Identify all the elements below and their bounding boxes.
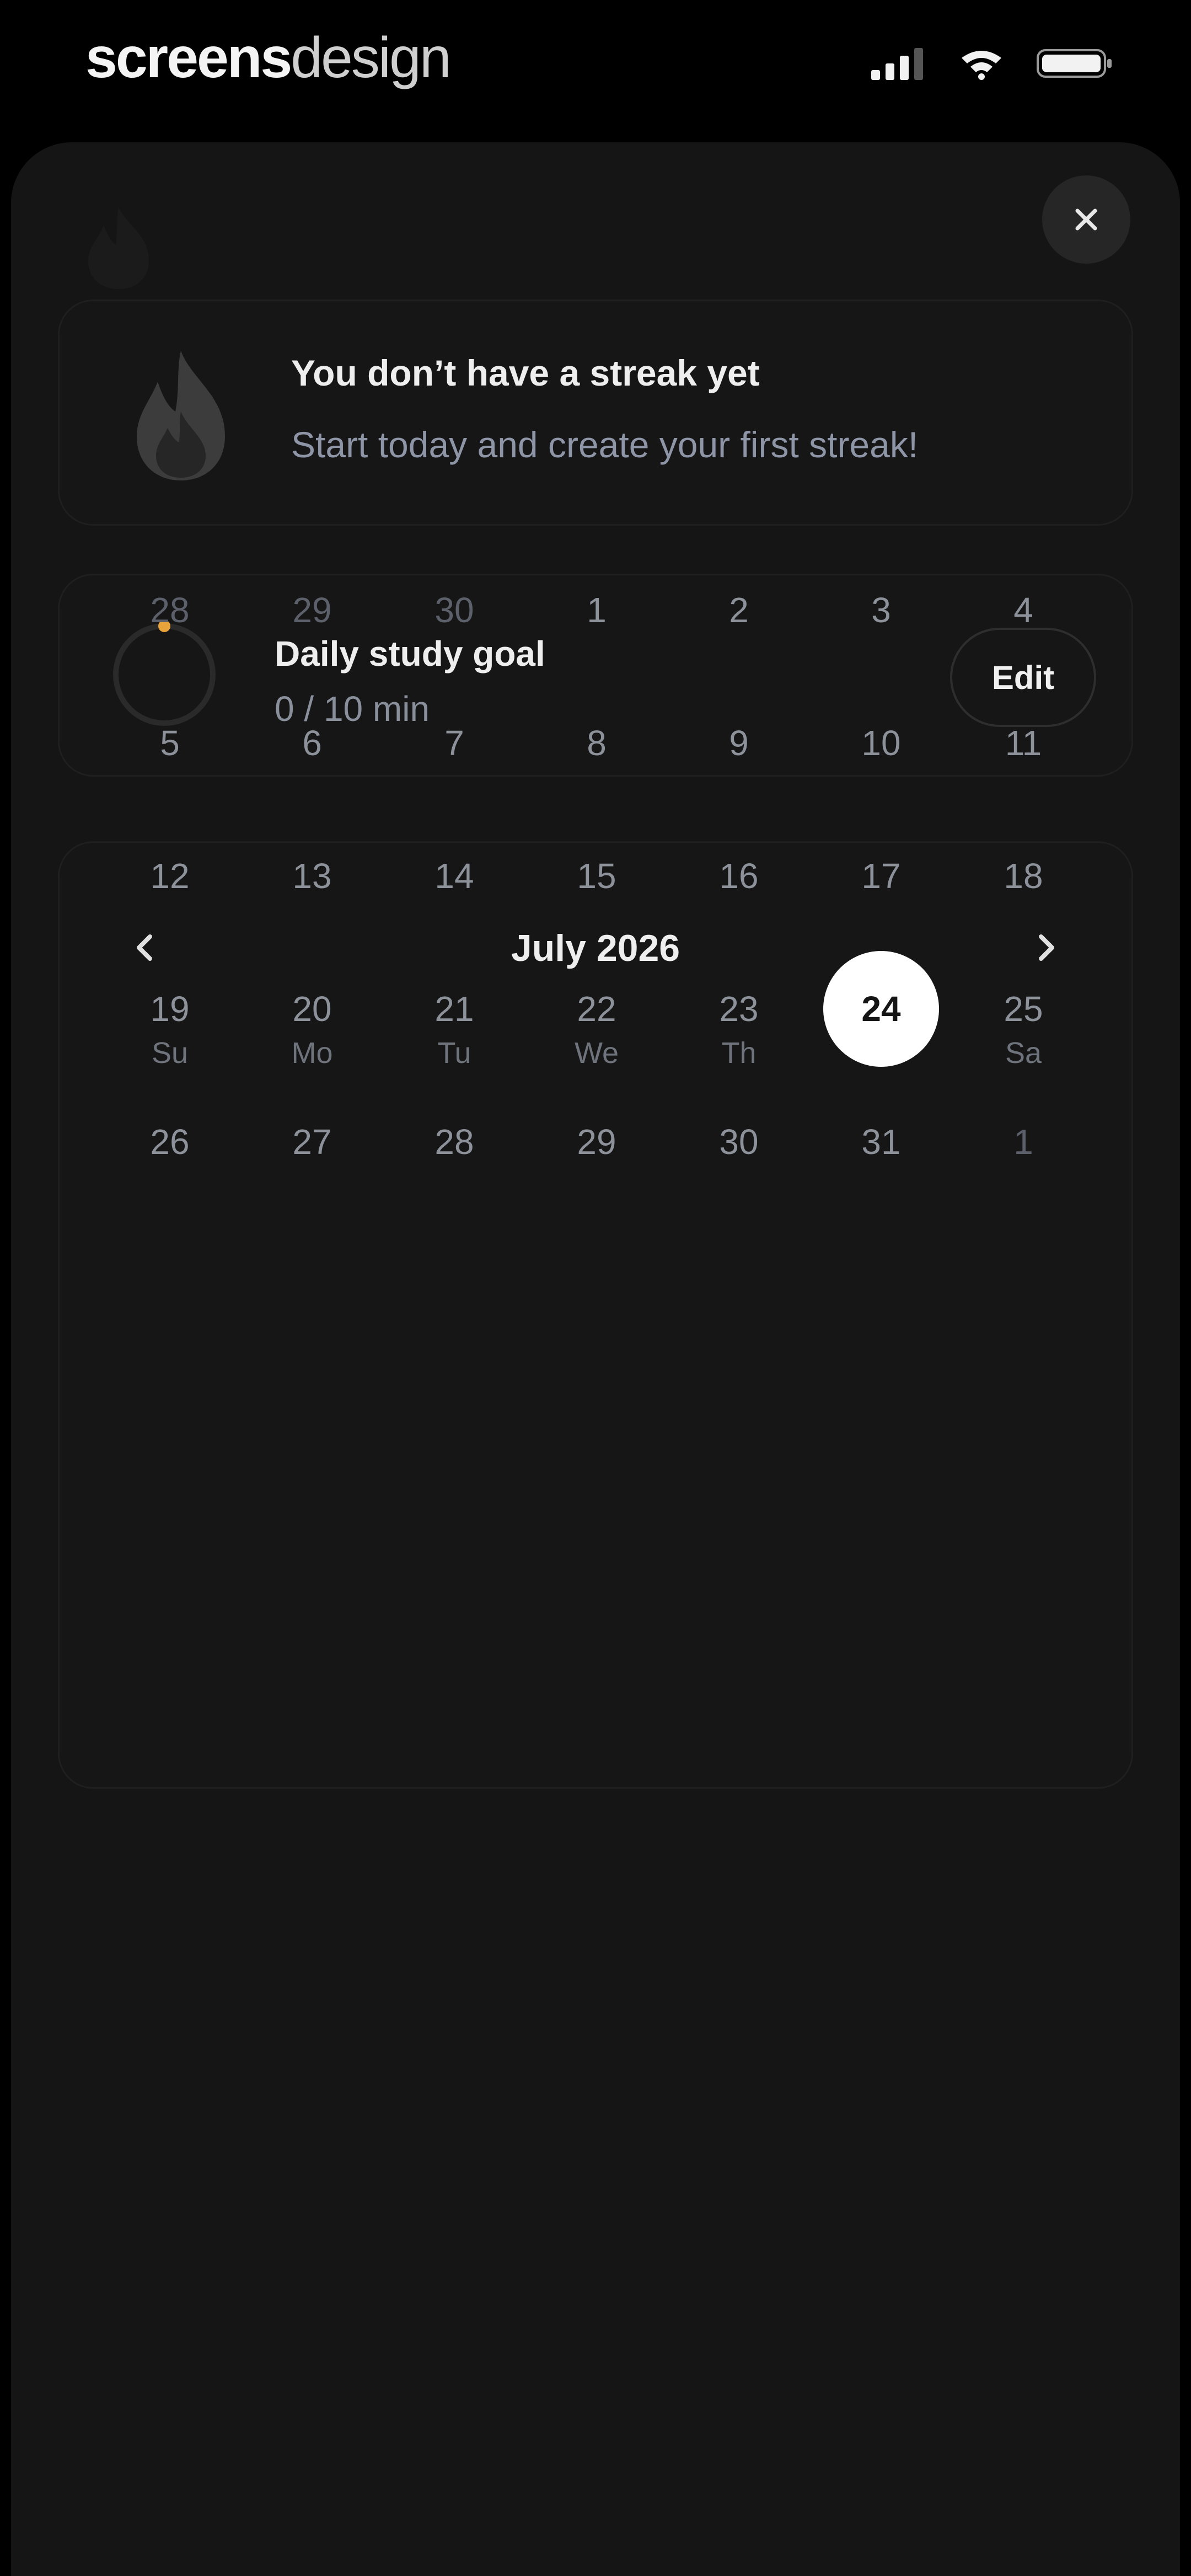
calendar-day[interactable]: 29 [254, 552, 370, 668]
calendar-day[interactable]: 17 [823, 818, 939, 934]
streak-card: You don’t have a streak yet Start today … [58, 300, 1133, 526]
battery-icon [1037, 49, 1112, 78]
close-icon [1075, 209, 1097, 231]
cellular-signal-icon [871, 48, 923, 80]
calendar-day[interactable]: 15 [539, 818, 654, 934]
calendar-day-selected[interactable]: 24 [823, 951, 939, 1067]
calendar-day[interactable]: 1 [539, 552, 654, 668]
calendar-day[interactable]: 23 [681, 951, 797, 1067]
brand-text-light: design [291, 25, 451, 90]
status-bar: screens design [0, 0, 1191, 138]
calendar-day[interactable]: 30 [681, 1084, 797, 1200]
calendar-card: July 2026 SuMoTuWeThFrSa 282930123456789… [58, 590, 1133, 1789]
calendar-day[interactable]: 2 [681, 552, 797, 668]
calendar-day[interactable]: 1 [965, 1084, 1081, 1200]
calendar-day[interactable]: 26 [112, 1084, 228, 1200]
calendar-day[interactable]: 14 [396, 818, 512, 934]
calendar-day[interactable]: 10 [823, 685, 939, 801]
calendar-day[interactable]: 28 [112, 552, 228, 668]
calendar-day[interactable]: 30 [396, 552, 512, 668]
calendar-day[interactable]: 18 [965, 818, 1081, 934]
close-button[interactable] [1042, 175, 1130, 264]
calendar-day[interactable]: 6 [254, 685, 370, 801]
screen: screens design You don’t have a streak y… [0, 0, 1191, 2576]
calendar-day[interactable]: 19 [112, 951, 228, 1067]
calendar-day[interactable]: 5 [112, 685, 228, 801]
calendar-day[interactable]: 20 [254, 951, 370, 1067]
calendar-day[interactable]: 11 [965, 685, 1081, 801]
streak-title: You don’t have a streak yet [291, 352, 760, 393]
calendar-day[interactable]: 9 [681, 685, 797, 801]
status-icons [871, 47, 1114, 80]
flame-icon [137, 351, 225, 480]
calendar-day[interactable]: 29 [539, 1084, 654, 1200]
calendar-day[interactable]: 13 [254, 818, 370, 934]
calendar-day[interactable]: 28 [396, 1084, 512, 1200]
calendar-day[interactable]: 27 [254, 1084, 370, 1200]
calendar-day[interactable]: 7 [396, 685, 512, 801]
streak-sheet: You don’t have a streak yet Start today … [11, 142, 1180, 2576]
calendar-day[interactable]: 16 [681, 818, 797, 934]
calendar-day[interactable]: 8 [539, 685, 654, 801]
streak-subtitle: Start today and create your first streak… [291, 424, 919, 465]
calendar-day[interactable]: 3 [823, 552, 939, 668]
calendar-day[interactable]: 12 [112, 818, 228, 934]
wifi-icon [962, 51, 1001, 80]
calendar-day[interactable]: 21 [396, 951, 512, 1067]
calendar-day[interactable]: 22 [539, 951, 654, 1067]
brand-text-bold: screens [85, 25, 292, 90]
flame-outline-icon [88, 207, 149, 289]
calendar-day[interactable]: 31 [823, 1084, 939, 1200]
calendar-day[interactable]: 4 [965, 552, 1081, 668]
calendar-day[interactable]: 25 [965, 951, 1081, 1067]
brand-logo: screens design [85, 22, 452, 94]
